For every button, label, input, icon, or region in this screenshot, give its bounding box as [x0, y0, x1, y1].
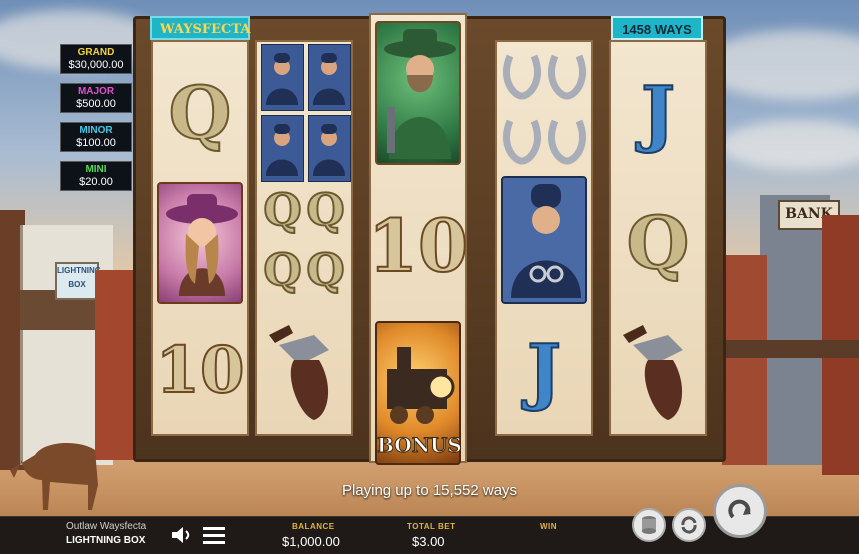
- symbol-ten: 10: [367, 202, 469, 289]
- symbol-bonus-train: BONUS: [375, 321, 463, 465]
- policeman-icon: [261, 44, 304, 111]
- game-name: Outlaw Waysfecta: [66, 521, 147, 532]
- coin-stack-icon[interactable]: [632, 508, 666, 542]
- letter-q: Q: [305, 184, 345, 237]
- horse-figure: [10, 443, 98, 510]
- jackpot-value: $100.00: [76, 137, 116, 149]
- letter-q: Q: [262, 184, 302, 237]
- symbol-cowgirl: [157, 182, 243, 304]
- reel-3: 10 BONUS: [367, 13, 469, 465]
- jackpot-major: MAJOR $500.00: [60, 83, 132, 113]
- game-logo: WAYSFECTA: [150, 16, 250, 40]
- symbol-revolver: [257, 310, 351, 430]
- spin-icon[interactable]: [713, 484, 767, 538]
- balance-label: BALANCE: [292, 522, 335, 531]
- total-bet-value: $3.00: [412, 534, 445, 549]
- reel-1: Q 10: [151, 40, 249, 436]
- reel-4: J: [495, 40, 593, 436]
- jackpot-label: MAJOR: [77, 86, 115, 97]
- menu-icon[interactable]: [203, 525, 225, 550]
- total-bet-label: TOTAL BET: [407, 522, 456, 531]
- symbol-policeman-group: [261, 44, 351, 182]
- letter-q: Q: [262, 244, 302, 297]
- symbol-revolver: [611, 310, 705, 430]
- bonus-label: BONUS: [377, 433, 463, 458]
- policeman-icon: [308, 115, 351, 182]
- horseshoe-icon: [502, 54, 541, 100]
- symbol-ten: 10: [154, 332, 245, 409]
- symbol-q: Q: [626, 199, 691, 286]
- ways-badge: 1458 WAYS: [611, 16, 703, 40]
- win-label: WIN: [540, 522, 558, 531]
- horseshoe-icon: [547, 54, 586, 100]
- jackpot-minor: MINOR $100.00: [60, 122, 132, 152]
- jackpot-value: $30,000.00: [68, 59, 124, 71]
- symbol-horseshoe-group: [499, 42, 589, 172]
- horseshoe-icon: [547, 119, 586, 165]
- jackpot-value: $500.00: [76, 98, 116, 110]
- symbol-outlaw: [375, 21, 461, 165]
- speaker-icon[interactable]: [170, 525, 192, 550]
- jackpot-mini: MINI $20.00: [60, 161, 132, 191]
- jackpot-grand: GRAND $30,000.00: [60, 44, 132, 74]
- policeman-icon: [261, 115, 304, 182]
- jackpot-label: MINI: [85, 164, 107, 175]
- jackpot-label: MINOR: [79, 125, 113, 136]
- bank-building: [760, 195, 830, 465]
- shop-sign: LIGHTNING BOX: [55, 262, 101, 300]
- autoplay-icon[interactable]: [672, 508, 706, 542]
- symbol-policeman: [501, 176, 587, 304]
- reel-2: Q Q Q Q: [255, 40, 353, 436]
- jackpot-label: GRAND: [77, 47, 115, 58]
- reel-5: J Q: [609, 40, 707, 436]
- jackpot-value: $20.00: [79, 176, 113, 188]
- brand-logo: LIGHTNING BOX: [66, 535, 146, 546]
- symbol-q-group: Q Q Q Q: [261, 180, 347, 300]
- letter-q: Q: [305, 244, 345, 297]
- policeman-icon: [308, 44, 351, 111]
- symbol-q: Q: [153, 52, 247, 172]
- letter-q: Q: [168, 69, 233, 156]
- balance-value: $1,000.00: [282, 534, 340, 549]
- horseshoe-icon: [502, 119, 541, 165]
- symbol-j: J: [640, 69, 676, 156]
- symbol-j: J: [526, 327, 562, 414]
